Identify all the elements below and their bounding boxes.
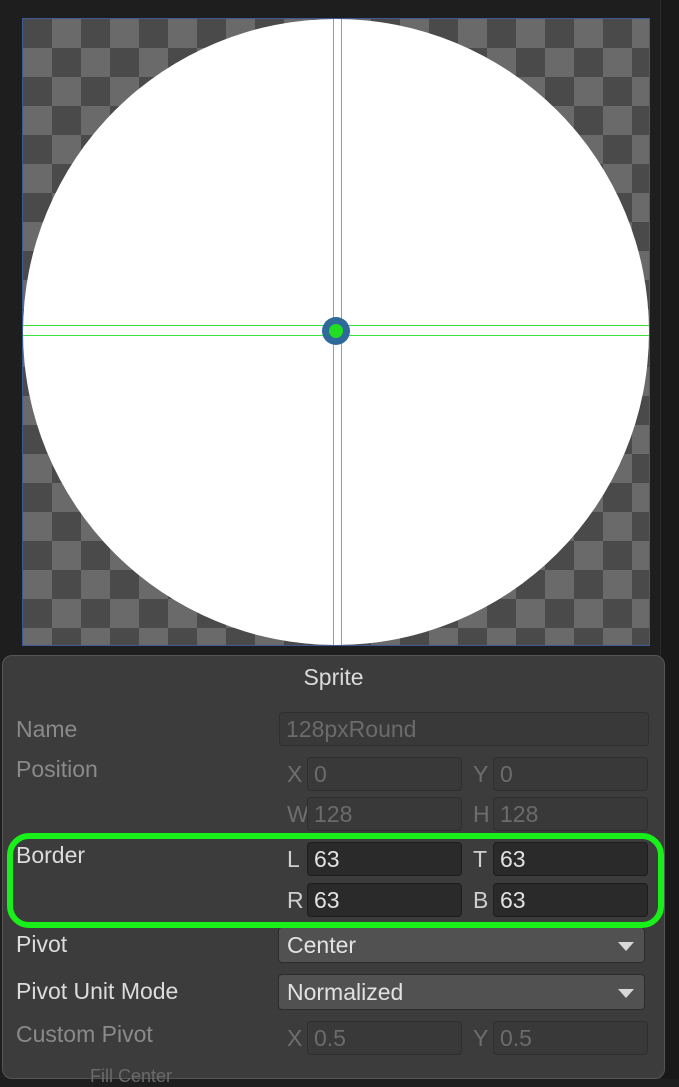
border-bottom-field[interactable]: 63 [493,883,648,917]
chevron-down-icon [618,989,634,998]
position-label: Position [16,756,98,782]
position-y-prefix: Y [473,761,489,787]
position-w-field[interactable]: 128 [307,797,462,831]
position-w-prefix: W [287,801,309,827]
border-l-prefix: L [287,846,300,872]
position-h-prefix: H [473,801,490,827]
pivot-handle[interactable] [322,317,350,345]
pivot-dropdown[interactable]: Center [278,927,645,963]
pivot-value: Center [287,932,357,958]
border-right-field[interactable]: 63 [307,883,462,917]
pivot-unit-mode-label: Pivot Unit Mode [16,978,179,1004]
panel-title: Sprite [303,664,364,690]
border-r-prefix: R [287,887,304,913]
pivot-label: Pivot [16,931,68,957]
position-h-field[interactable]: 128 [493,797,648,831]
position-x-prefix: X [287,761,303,787]
name-label: Name [16,716,78,742]
custom-pivot-y-field[interactable]: 0.5 [493,1021,648,1055]
pivot-unit-mode-value: Normalized [287,979,404,1005]
position-y-field[interactable]: 0 [493,757,648,791]
custom-pivot-x-field[interactable]: 0.5 [307,1021,462,1055]
sprite-preview[interactable] [22,18,650,646]
name-field[interactable]: 128pxRound [279,712,649,746]
custom-pivot-label: Custom Pivot [16,1021,153,1047]
border-top-field[interactable]: 63 [493,842,648,876]
pivot-unit-mode-dropdown[interactable]: Normalized [278,974,645,1010]
custom-pivot-x-prefix: X [287,1025,303,1051]
border-left-field[interactable]: 63 [307,842,462,876]
border-b-prefix: B [473,887,489,913]
custom-pivot-y-prefix: Y [473,1025,489,1051]
chevron-down-icon [618,942,634,951]
border-label: Border [16,842,86,868]
border-t-prefix: T [473,846,488,872]
position-x-field[interactable]: 0 [307,757,462,791]
fill-center-label: Fill Center [90,1066,173,1086]
